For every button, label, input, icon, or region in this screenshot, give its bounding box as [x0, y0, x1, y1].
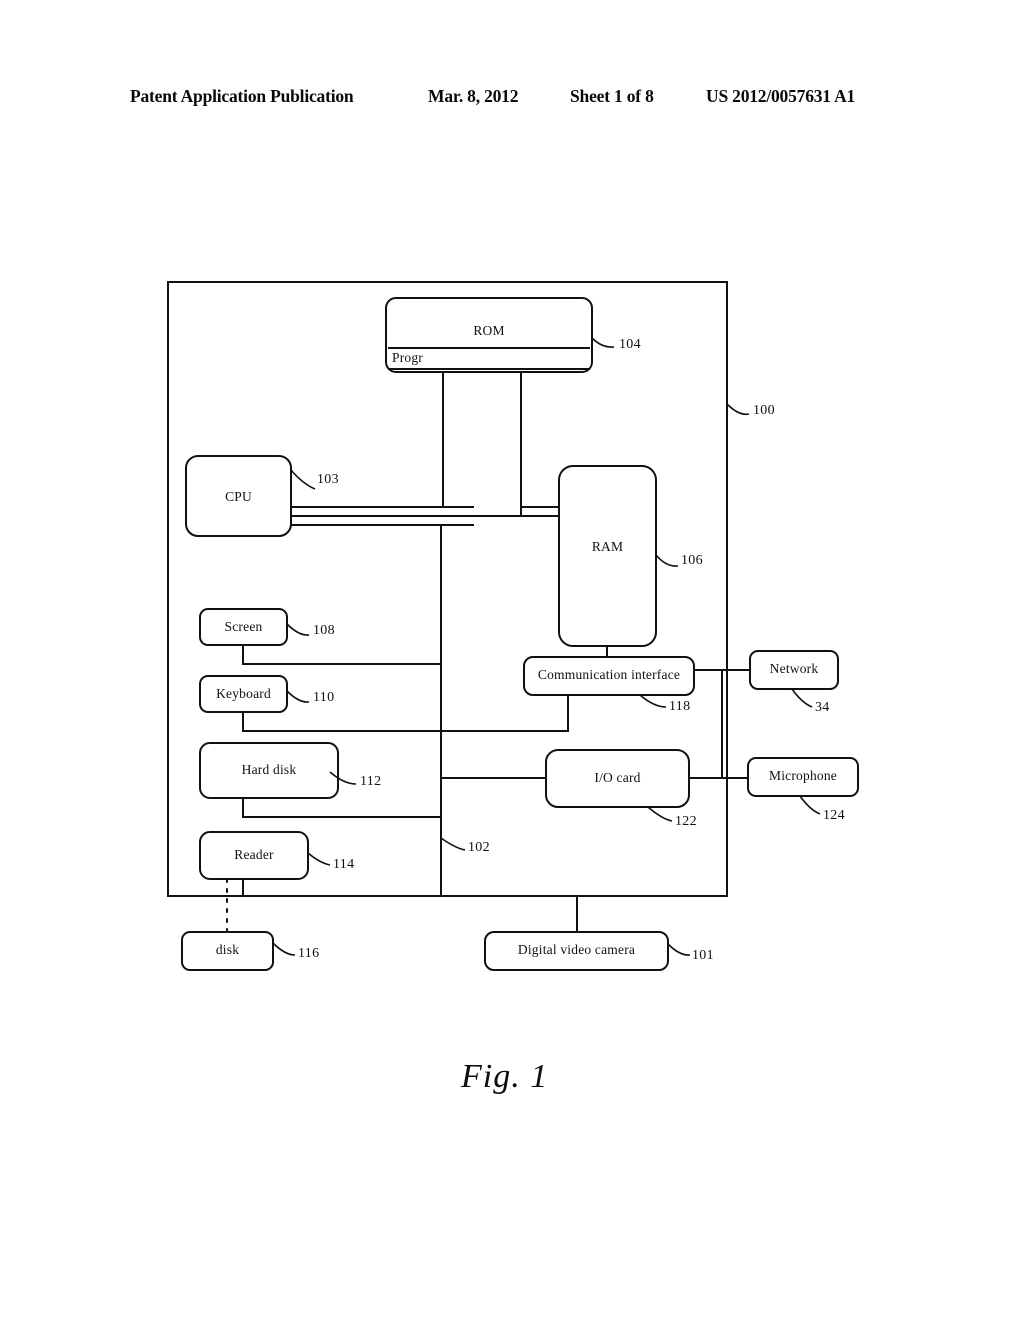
io-card-label: I/O card	[594, 770, 641, 785]
hard-disk-label: Hard disk	[241, 762, 297, 777]
microphone-label: Microphone	[769, 768, 837, 783]
leader-124	[799, 795, 821, 815]
network-label: Network	[769, 661, 819, 676]
leader-122	[647, 806, 673, 822]
ref-numeral-34: 34	[815, 700, 830, 715]
leader-102	[440, 837, 466, 851]
leader-103	[290, 469, 316, 490]
rom-label: ROM	[473, 323, 505, 338]
screen-to-bus-line	[242, 645, 441, 665]
leader-34	[791, 688, 813, 708]
ref-numeral-104: 104	[619, 337, 641, 352]
hard-disk-to-bus-line	[242, 798, 441, 818]
keyboard-to-bus-line	[242, 712, 441, 732]
screen-label: Screen	[224, 619, 263, 634]
system-boundary-rect	[167, 281, 728, 897]
ref-numeral-114: 114	[333, 857, 355, 872]
leader-110	[286, 690, 310, 703]
figure-1-block-diagram: ROM Progr CPU RAM Screen Keyboard Hard d…	[0, 0, 1024, 1320]
ref-numeral-118: 118	[669, 699, 691, 714]
leader-100	[726, 403, 750, 416]
keyboard-label: Keyboard	[216, 686, 271, 701]
ref-numeral-124: 124	[823, 808, 845, 823]
comm-interface-to-bus-line	[441, 695, 569, 732]
leader-108	[286, 623, 310, 636]
leader-116	[272, 942, 296, 956]
ref-numeral-106: 106	[681, 553, 703, 568]
leader-104	[591, 337, 615, 348]
digital-video-camera-label: Digital video camera	[517, 942, 636, 957]
ref-numeral-103: 103	[317, 472, 339, 487]
ram-label: RAM	[591, 539, 624, 554]
ram-box	[558, 465, 657, 647]
leader-118	[639, 694, 667, 708]
leader-101	[667, 943, 691, 956]
cpu-label: CPU	[225, 489, 252, 504]
leader-106	[655, 554, 679, 567]
figure-caption: Fig. 1	[461, 1058, 549, 1095]
reader-label: Reader	[234, 847, 274, 862]
rom-progr-label: Progr	[392, 350, 423, 365]
leader-114	[307, 852, 331, 866]
ref-numeral-116: 116	[298, 946, 320, 961]
ref-numeral-102: 102	[468, 840, 490, 855]
ref-numeral-100: 100	[753, 403, 775, 418]
ref-numeral-112: 112	[360, 774, 382, 789]
ref-numeral-110: 110	[313, 690, 335, 705]
ref-numeral-108: 108	[313, 623, 335, 638]
diagram-vector-layer	[167, 281, 859, 971]
bus-to-camera-line	[441, 895, 578, 932]
communication-interface-label: Communication interface	[537, 667, 681, 682]
ref-numeral-122: 122	[675, 814, 697, 829]
patent-drawing-page: Patent Application Publication Mar. 8, 2…	[0, 0, 1024, 1320]
ref-numeral-101: 101	[692, 948, 714, 963]
disk-label: disk	[215, 942, 240, 957]
reader-to-bus-line	[242, 879, 441, 897]
